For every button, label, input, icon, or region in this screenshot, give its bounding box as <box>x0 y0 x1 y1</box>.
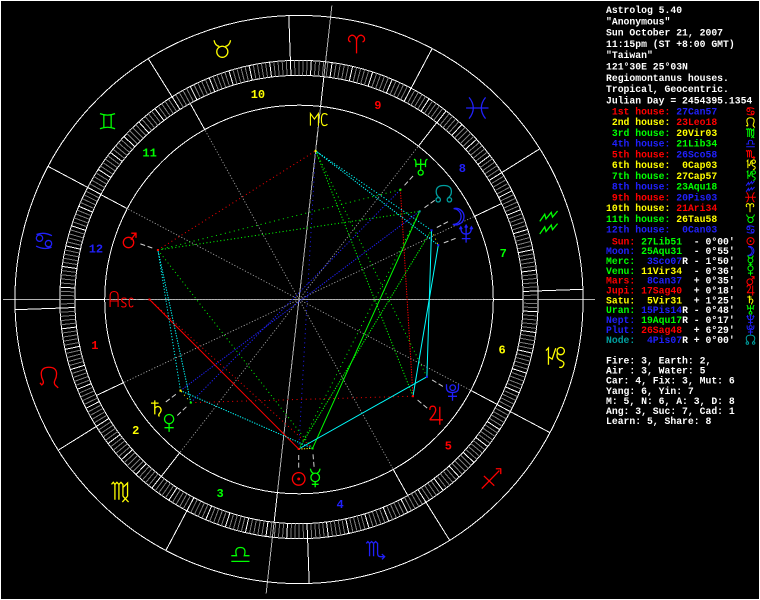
svg-text:Regiomontanus houses.: Regiomontanus houses. <box>606 73 729 84</box>
svg-text:3rd house:: 3rd house: <box>606 128 670 139</box>
svg-text:12: 12 <box>89 243 103 257</box>
svg-text:0Can03: 0Can03 <box>670 225 717 236</box>
svg-text:26Tau58: 26Tau58 <box>670 214 717 225</box>
svg-text:Julian Day = 2454395.1354: Julian Day = 2454395.1354 <box>606 95 752 106</box>
svg-text:Learn: 5, Share: 8: Learn: 5, Share: 8 <box>606 416 711 427</box>
svg-text:5th house:: 5th house: <box>606 150 670 161</box>
svg-text:4: 4 <box>336 498 343 512</box>
svg-text:23Aqu18: 23Aqu18 <box>670 182 717 193</box>
svg-text:Astrolog 5.40: Astrolog 5.40 <box>606 5 682 16</box>
svg-text:27Can57: 27Can57 <box>670 107 717 118</box>
svg-text:R: R <box>682 335 688 346</box>
svg-text:12th house:: 12th house: <box>606 225 670 236</box>
svg-text:27Cap57: 27Cap57 <box>670 171 717 182</box>
svg-text:26Sco58: 26Sco58 <box>670 150 717 161</box>
svg-text:2nd house:: 2nd house: <box>606 117 670 128</box>
svg-text:4th house:: 4th house: <box>606 139 670 150</box>
svg-text:8: 8 <box>459 162 466 176</box>
svg-text:121°30E 25°03N: 121°30E 25°03N <box>606 62 688 73</box>
svg-text:2: 2 <box>132 424 139 438</box>
svg-text:1st house:: 1st house: <box>606 107 670 118</box>
svg-text:11: 11 <box>142 147 156 161</box>
svg-text:5: 5 <box>445 440 452 454</box>
svg-text:Sun October 21, 2007: Sun October 21, 2007 <box>606 28 723 39</box>
svg-text:7th house:: 7th house: <box>606 171 670 182</box>
svg-text:+ 0°00': + 0°00' <box>694 335 735 346</box>
svg-text:21Lib34: 21Lib34 <box>670 139 717 150</box>
svg-text:20Pis03: 20Pis03 <box>670 193 717 204</box>
svg-text:11:15pm (ST +8:00 GMT): 11:15pm (ST +8:00 GMT) <box>606 39 735 50</box>
svg-text:6: 6 <box>498 344 505 358</box>
svg-text:8th house:: 8th house: <box>606 182 670 193</box>
svg-text:6th house:: 6th house: <box>606 160 670 171</box>
svg-text:21Ari34: 21Ari34 <box>670 203 717 214</box>
svg-text:10th house:: 10th house: <box>606 203 670 214</box>
svg-text:R: R <box>682 256 688 267</box>
svg-text:11th house:: 11th house: <box>606 214 670 225</box>
svg-text:10: 10 <box>251 88 265 102</box>
svg-text:3: 3 <box>216 487 223 501</box>
svg-text:"Anonymous": "Anonymous" <box>606 16 670 27</box>
svg-text:Tropical, Geocentric.: Tropical, Geocentric. <box>606 84 729 95</box>
svg-text:R: R <box>682 315 688 326</box>
svg-text:20Vir03: 20Vir03 <box>670 128 717 139</box>
svg-text:9th house:: 9th house: <box>606 193 670 204</box>
svg-text:0Cap03: 0Cap03 <box>670 160 717 171</box>
svg-text:Node:: Node: <box>606 335 635 346</box>
svg-text:1: 1 <box>91 339 98 353</box>
svg-text:"Taiwan": "Taiwan" <box>606 50 653 61</box>
svg-text:9: 9 <box>374 99 381 113</box>
svg-text:4Pis07: 4Pis07 <box>641 335 682 346</box>
svg-text:23Leo18: 23Leo18 <box>670 117 717 128</box>
svg-text:7: 7 <box>500 247 507 261</box>
